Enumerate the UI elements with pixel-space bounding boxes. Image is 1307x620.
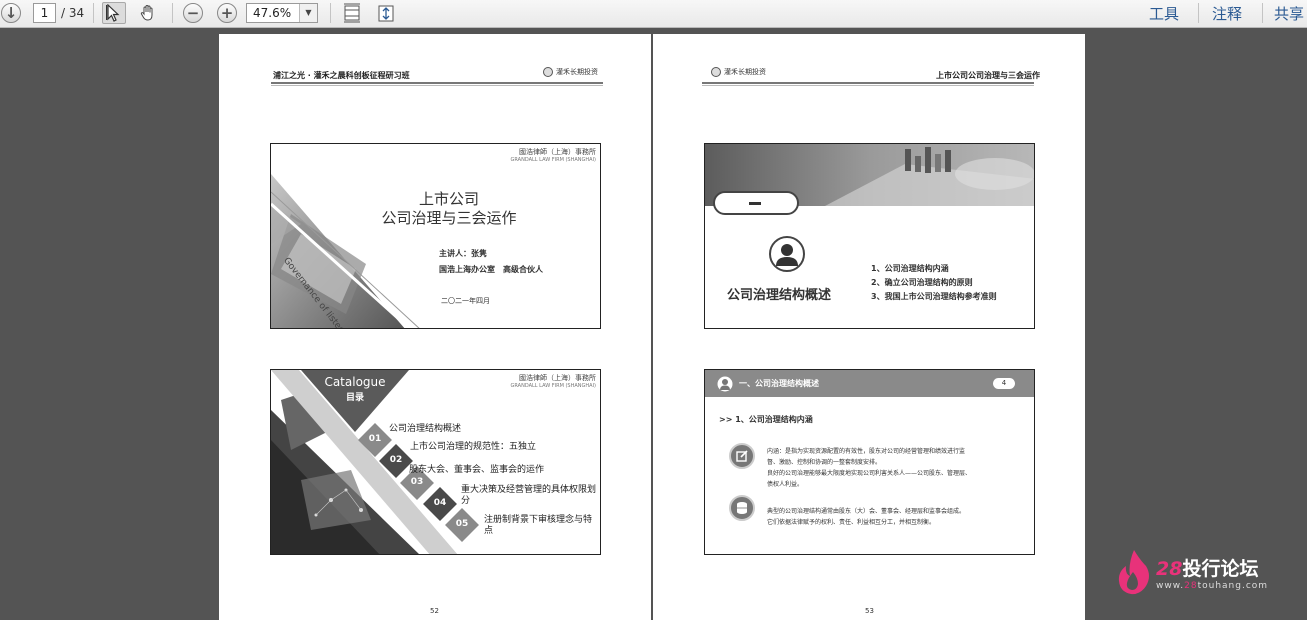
comment-button[interactable]: 注释 — [1212, 3, 1242, 24]
toc-number-03: 03 — [410, 477, 424, 487]
slide-cover: 國浩律師（上海）事務所 GRANDALL LAW FIRM (SHANGHAI)… — [270, 143, 601, 329]
connotation-paragraph: 内涵：是指为实现资源配置的有效性，股东对公司的经营管理和绩效进行监 督、激励、控… — [767, 448, 972, 488]
slide-subtitle: >> 1、公司治理结构内涵 — [719, 415, 813, 424]
toolbar-divider — [1198, 3, 1199, 23]
slide-governance-connotation: 一、公司治理结构概述 4 >> 1、公司治理结构内涵 内涵：是指为实现资源配置的… — [704, 369, 1035, 555]
speaker-name: 主讲人：张隽 — [439, 249, 487, 258]
forum-watermark: 28投行论坛 www.28touhang.com — [1116, 548, 1296, 596]
logo-text: 灌禾长期投资 — [724, 68, 766, 76]
select-tool-button[interactable] — [102, 2, 126, 24]
page-header-title: 浦江之光 · 灌禾之晨科创板征程研习班 — [273, 71, 410, 80]
catalogue-subtitle: 目录 — [345, 393, 364, 403]
header-rule-thin — [271, 85, 603, 86]
slide-catalogue: Catalogue 目录 國浩律師（上海）事務所 GRANDALL LAW FI… — [270, 369, 601, 555]
minus-icon: − — [183, 3, 203, 23]
zoom-select[interactable]: 47.6% ▼ — [246, 3, 318, 23]
user-icon — [769, 236, 805, 272]
header-rule-thin — [702, 85, 1034, 86]
pdf-page-53: 灌禾长期投资 上市公司公司治理与三会运作 公司治理结构概述 1、公司治理结构内涵… — [653, 34, 1085, 620]
edit-icon — [729, 443, 755, 469]
toc-item-02: 上市公司治理的规范性：五独立 — [410, 442, 537, 452]
toolbar-divider — [172, 3, 173, 23]
hand-tool-button[interactable] — [136, 2, 160, 24]
flame-icon — [1118, 550, 1149, 595]
toc-number-05: 05 — [455, 519, 469, 529]
user-icon — [717, 376, 733, 392]
slide-title-line1: 上市公司 — [418, 190, 479, 208]
share-button[interactable]: 共享 — [1274, 3, 1304, 24]
cursor-icon — [106, 4, 120, 22]
slide-bar-title: 一、公司治理结构概述 — [739, 379, 819, 388]
slide-title-line2: 公司治理与三会运作 — [381, 209, 517, 227]
page-number-input[interactable]: 1 — [33, 3, 56, 23]
page-number: 52 — [430, 607, 439, 615]
page-total-label: / 34 — [61, 6, 85, 20]
toolbar-divider — [93, 3, 94, 23]
section-title: 公司治理结构概述 — [727, 288, 832, 303]
toc-item-04: 重大决策及经营管理的具体权限划分 — [461, 485, 597, 506]
slide-section-overview: 公司治理结构概述 1、公司治理结构内涵 2、确立公司治理结构的原则 3、我国上市… — [704, 143, 1035, 329]
fit-page-icon — [344, 3, 360, 23]
logo-icon — [543, 67, 553, 77]
logo-text: 灌禾长期投资 — [556, 68, 598, 76]
fit-page-button[interactable] — [341, 2, 363, 24]
header-rule — [702, 82, 1034, 84]
plus-icon: + — [217, 3, 237, 23]
law-firm-logo: 國浩律師（上海）事務所 GRANDALL LAW FIRM (SHANGHAI) — [510, 148, 596, 163]
slide-number-badge: 4 — [993, 378, 1015, 389]
header-logo: 灌禾长期投资 — [711, 67, 766, 77]
hand-icon — [140, 4, 153, 21]
zoom-in-button[interactable]: + — [217, 2, 237, 24]
slide-title-bar: 一、公司治理结构概述 4 — [705, 370, 1034, 397]
toc-number-02: 02 — [389, 455, 403, 465]
page-header-title: 上市公司公司治理与三会运作 — [936, 71, 1040, 80]
fit-width-button[interactable] — [375, 2, 397, 24]
zoom-value: 47.6% — [253, 6, 292, 20]
zoom-out-button[interactable]: − — [183, 2, 203, 24]
section-item: 3、我国上市公司治理结构参考准则 — [871, 292, 997, 301]
catalogue-title: Catalogue — [324, 375, 386, 389]
pdf-page-52: 浦江之光 · 灌禾之晨科创板征程研习班 灌禾长期投资 國浩律師（上海）事務所 G… — [219, 34, 651, 620]
expand-icon — [378, 5, 394, 22]
page-number: 53 — [865, 607, 874, 615]
section-item-list: 1、公司治理结构内涵 2、确立公司治理结构的原则 3、我国上市公司治理结构参考准… — [871, 262, 997, 304]
presentation-date: 二〇二一年四月 — [441, 297, 490, 305]
section-item: 1、公司治理结构内涵 — [871, 264, 949, 273]
arrow-down-icon: ↓ — [1, 3, 21, 23]
database-icon — [729, 495, 755, 521]
chevron-down-icon[interactable]: ▼ — [299, 4, 317, 22]
toc-number-01: 01 — [368, 434, 382, 444]
watermark-brand: 28投行论坛 — [1156, 558, 1259, 580]
logo-icon — [711, 67, 721, 77]
toc-item-01: 公司治理结构概述 — [389, 424, 462, 434]
toc-item-05: 注册制背景下审核理念与特点 — [484, 515, 593, 536]
toolbar-divider — [1262, 3, 1263, 23]
toc-item-03: 股东大会、董事会、监事会的运作 — [409, 465, 545, 475]
tools-button[interactable]: 工具 — [1149, 3, 1179, 24]
header-rule — [271, 82, 603, 84]
dash-icon — [749, 202, 761, 205]
structure-paragraph: 典型的公司治理结构通常由股东（大）会、董事会、经理层和监事会组成。 它们依据法律… — [767, 508, 966, 526]
section-number-pill — [713, 191, 799, 215]
watermark-url: www.28touhang.com — [1156, 581, 1269, 591]
law-firm-logo: 國浩律師（上海）事務所 GRANDALL LAW FIRM (SHANGHAI) — [510, 374, 596, 389]
speaker-title: 国浩上海办公室 高级合伙人 — [439, 265, 543, 274]
next-page-button[interactable]: ↓ — [1, 2, 21, 24]
section-item: 2、确立公司治理结构的原则 — [871, 278, 973, 287]
header-logo: 灌禾长期投资 — [543, 67, 598, 77]
toc-number-04: 04 — [433, 498, 447, 508]
pdf-toolbar: ↓ 1 / 34 − + 47.6% ▼ 工具 注释 共享 — [0, 0, 1307, 28]
toolbar-divider — [330, 3, 331, 23]
